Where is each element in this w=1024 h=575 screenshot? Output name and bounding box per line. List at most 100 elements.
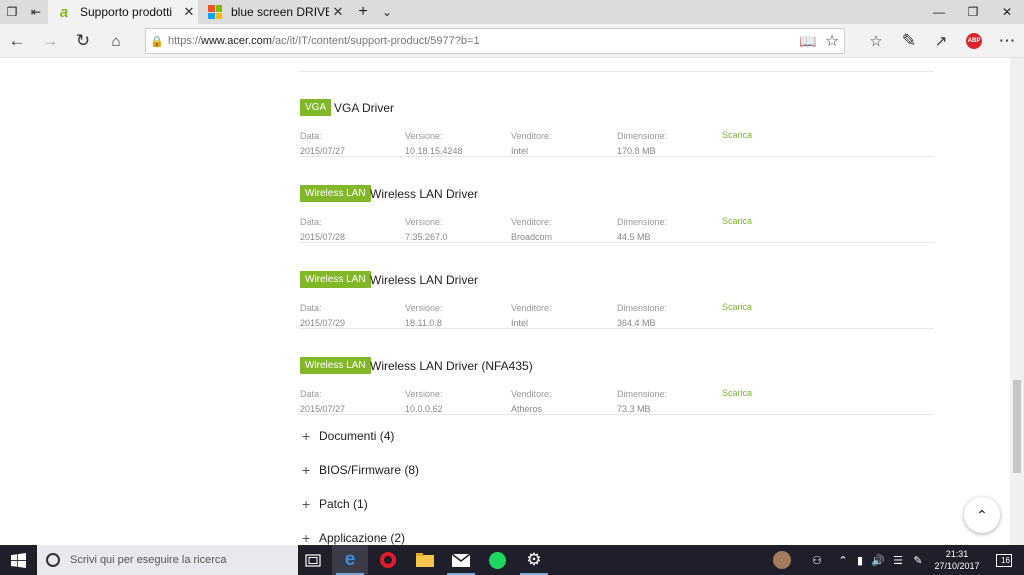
download-link[interactable]: Scarica <box>722 216 752 226</box>
vendor-value: Intel <box>511 146 529 156</box>
date-value: 2015/07/28 <box>300 232 346 242</box>
pen-icon[interactable]: ✎ <box>910 545 926 575</box>
section-applicazione[interactable]: + Applicazione (2) <box>302 530 405 545</box>
vendor-label: Venditore: <box>511 303 552 313</box>
size-value: 44.5 MB <box>617 232 651 242</box>
size-value: 170.8 MB <box>617 146 656 156</box>
close-tab-icon[interactable]: ✕ <box>180 4 198 20</box>
driver-row: Wireless LAN Wireless LAN Driver Data: V… <box>299 243 934 329</box>
download-link[interactable]: Scarica <box>722 302 752 312</box>
date-value: 2015/07/29 <box>300 318 346 328</box>
chevron-up-icon: ⌃ <box>976 506 988 523</box>
opera-taskbar-icon[interactable] <box>370 545 406 575</box>
page-content: VGA VGA Driver Data: Versione: Venditore… <box>0 58 1010 545</box>
edge-taskbar-icon[interactable]: e <box>332 545 368 575</box>
download-link[interactable]: Scarica <box>722 130 752 140</box>
share-icon[interactable]: ↗ <box>929 29 953 53</box>
forward-icon[interactable]: → <box>38 29 62 53</box>
section-label: Documenti (4) <box>319 429 395 443</box>
section-label: Applicazione (2) <box>319 531 406 545</box>
vendor-value: Intel <box>511 318 529 328</box>
close-tab-icon[interactable]: ✕ <box>329 4 347 20</box>
tab-actions-icon[interactable]: ❐ <box>0 0 24 24</box>
refresh-icon[interactable]: ↻ <box>71 29 95 53</box>
close-window-icon[interactable]: ✕ <box>990 0 1024 24</box>
plus-icon: + <box>302 496 311 512</box>
back-icon[interactable]: ← <box>5 29 29 53</box>
notifications-icon[interactable]: 16 <box>992 545 1016 575</box>
date-label: Data: <box>300 389 322 399</box>
category-badge: Wireless LAN <box>300 357 371 374</box>
battery-icon[interactable]: ▮ <box>852 545 868 575</box>
system-clock[interactable]: 21:31 27/10/2017 <box>930 548 984 572</box>
version-value: 18.11.0.8 <box>405 318 442 328</box>
minimize-icon[interactable]: — <box>922 0 956 24</box>
search-placeholder: Scrivi qui per eseguire la ricerca <box>70 554 227 566</box>
plus-icon: + <box>302 530 311 545</box>
driver-name: Wireless LAN Driver (NFA435) <box>370 359 533 373</box>
size-label: Dimensione: <box>617 217 668 227</box>
size-value: 73.3 MB <box>617 404 651 414</box>
page-scrollbar[interactable] <box>1010 58 1024 545</box>
opera-icon <box>380 552 396 568</box>
version-label: Versione: <box>405 389 443 399</box>
microsoft-logo-icon <box>207 4 223 20</box>
reading-view-icon[interactable]: 📖 <box>796 29 820 53</box>
section-label: BIOS/Firmware (8) <box>319 463 420 477</box>
restore-icon[interactable]: ❐ <box>956 0 990 24</box>
download-link[interactable]: Scarica <box>722 388 752 398</box>
driver-name: VGA Driver <box>334 101 395 115</box>
new-tab-icon[interactable]: + <box>351 0 375 24</box>
lock-icon: 🔒 <box>150 35 164 48</box>
chevron-up-icon[interactable]: ⌃ <box>836 545 850 575</box>
notification-count: 16 <box>996 553 1012 567</box>
address-toolbar: ← → ↻ ⌂ 🔒 https:// www.acer.com /ac/it/I… <box>0 24 1024 58</box>
vendor-label: Venditore: <box>511 131 552 141</box>
home-icon[interactable]: ⌂ <box>104 29 128 53</box>
mail-icon[interactable] <box>443 545 479 575</box>
size-value: 364.4 MB <box>617 318 656 328</box>
scroll-to-top-button[interactable]: ⌃ <box>964 497 1000 533</box>
wifi-icon[interactable]: ☰ <box>890 545 906 575</box>
url-host: www.acer.com <box>201 35 272 47</box>
plus-icon: + <box>302 462 311 478</box>
version-label: Versione: <box>405 303 443 313</box>
version-label: Versione: <box>405 131 443 141</box>
edge-icon: e <box>344 549 356 570</box>
file-explorer-icon[interactable] <box>407 545 443 575</box>
vendor-label: Venditore: <box>511 389 552 399</box>
favorites-hub-icon[interactable]: ☆ <box>864 29 888 53</box>
tab-title: blue screen DRIVER IRQL N <box>231 5 329 19</box>
windows-start-icon[interactable] <box>0 545 37 575</box>
version-value: 10.18.15.4248 <box>405 146 463 156</box>
section-patch[interactable]: + Patch (1) <box>302 496 368 512</box>
address-bar[interactable]: 🔒 https:// www.acer.com /ac/it/IT/conten… <box>145 28 845 54</box>
task-view-icon[interactable] <box>298 545 328 575</box>
tab-supporto-prodotti[interactable]: a Supporto prodotti ✕ <box>48 0 198 24</box>
url-path: /ac/it/IT/content/support-product/5977?b… <box>271 35 480 47</box>
favorite-star-icon[interactable]: ☆ <box>820 29 844 53</box>
category-badge: Wireless LAN <box>300 271 371 288</box>
section-documenti[interactable]: + Documenti (4) <box>302 428 394 444</box>
size-label: Dimensione: <box>617 389 668 399</box>
windows-taskbar: Scrivi qui per eseguire la ricerca e ⚙ ⚇… <box>0 545 1024 575</box>
avatar[interactable] <box>770 545 794 575</box>
set-tabs-aside-icon[interactable]: ⇤ <box>24 0 48 24</box>
adblock-plus-icon[interactable]: ABP <box>962 29 986 53</box>
people-icon[interactable]: ⚇ <box>806 545 828 575</box>
volume-icon[interactable]: 🔊 <box>870 545 886 575</box>
vendor-value: Broadcom <box>511 232 553 242</box>
scrollbar-thumb[interactable] <box>1013 380 1021 473</box>
driver-row: VGA VGA Driver Data: Versione: Venditore… <box>299 71 934 157</box>
spotify-icon[interactable] <box>479 545 515 575</box>
section-bios-firmware[interactable]: + BIOS/Firmware (8) <box>302 462 419 478</box>
more-menu-icon[interactable]: ⋯ <box>995 29 1019 53</box>
driver-row: Wireless LAN Wireless LAN Driver (NFA435… <box>299 329 934 415</box>
section-label: Patch (1) <box>319 497 368 511</box>
settings-gear-icon[interactable]: ⚙ <box>516 545 552 575</box>
chevron-down-icon[interactable]: ⌄ <box>375 0 399 24</box>
tab-blue-screen[interactable]: blue screen DRIVER IRQL N ✕ <box>199 0 347 24</box>
web-note-icon[interactable]: ✎ <box>897 29 921 53</box>
acer-logo-icon: a <box>59 3 69 21</box>
taskbar-search-input[interactable]: Scrivi qui per eseguire la ricerca <box>37 545 298 575</box>
